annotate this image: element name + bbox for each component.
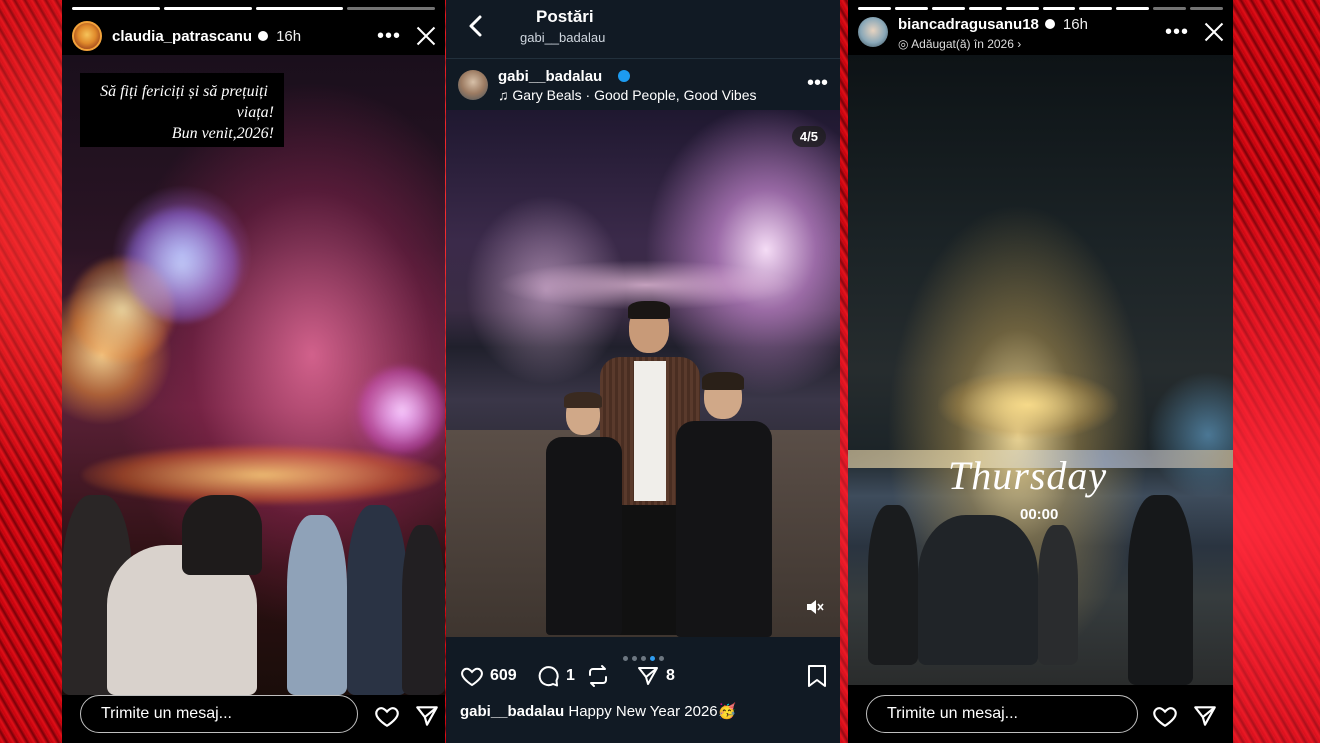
story-left: claudia_patrascanu 16h ••• Să fiți feric… bbox=[62, 0, 445, 743]
send-icon[interactable] bbox=[1192, 703, 1218, 729]
carousel-dot-active bbox=[649, 656, 655, 661]
carousel-dot bbox=[631, 656, 637, 661]
fireworks-photo bbox=[62, 55, 445, 695]
avatar[interactable] bbox=[72, 21, 102, 51]
reply-input[interactable]: Trimite un mesaj... bbox=[866, 695, 1138, 733]
carousel-dot bbox=[622, 656, 628, 661]
story-right: biancadragusanu18 16h ••• ◎ Adăugat(ă) î… bbox=[848, 0, 1233, 743]
heart-icon[interactable] bbox=[374, 703, 400, 729]
reply-input[interactable]: Trimite un mesaj... bbox=[80, 695, 358, 733]
verified-badge-icon bbox=[1044, 19, 1055, 29]
boy-figure bbox=[676, 372, 772, 637]
close-icon[interactable] bbox=[415, 25, 437, 47]
post-top-bar: Postări gabi__badalau bbox=[446, 0, 840, 59]
caption-username[interactable]: gabi__badalau bbox=[460, 703, 564, 720]
carousel-dot bbox=[658, 656, 664, 661]
carousel-counter: 4/5 bbox=[791, 126, 826, 147]
person-silhouette bbox=[287, 515, 347, 695]
page-subtitle: gabi__badalau bbox=[520, 30, 606, 45]
close-icon[interactable] bbox=[1203, 21, 1225, 43]
caption-line: Să fiți fericiți și să prețuiți bbox=[100, 83, 268, 100]
day-sticker: Thursday bbox=[948, 453, 1108, 498]
progress-segment bbox=[858, 7, 891, 10]
progress-segment bbox=[1190, 7, 1224, 10]
instagram-post: Postări gabi__badalau gabi__badalau ♫ Ga… bbox=[446, 0, 840, 743]
like-count: 609 bbox=[490, 667, 517, 684]
share-count: 8 bbox=[666, 667, 675, 684]
carousel-dot bbox=[640, 656, 646, 661]
avatar[interactable] bbox=[858, 17, 888, 47]
story-header: claudia_patrascanu 16h ••• bbox=[72, 18, 437, 54]
chevron-left-icon[interactable] bbox=[466, 14, 486, 38]
progress-segment bbox=[1079, 7, 1113, 10]
verified-badge-icon bbox=[618, 70, 630, 82]
send-icon bbox=[638, 667, 658, 685]
progress-segment bbox=[1116, 7, 1150, 10]
heart-icon[interactable] bbox=[1152, 703, 1178, 729]
more-horizontal-icon[interactable]: ••• bbox=[807, 72, 828, 95]
story-time: 16h bbox=[1062, 15, 1088, 33]
person-silhouette bbox=[868, 505, 918, 665]
post-photo[interactable] bbox=[446, 110, 840, 637]
progress-segment bbox=[72, 7, 160, 10]
story-username[interactable]: claudia_patrascanu bbox=[112, 28, 252, 45]
person-silhouette bbox=[918, 515, 1038, 665]
more-horizontal-icon[interactable]: ••• bbox=[377, 26, 401, 46]
post-author-row: gabi__badalau ♫ Gary Beals · Good People… bbox=[458, 66, 828, 106]
music-track: Gary Beals · Good People, Good Vibes bbox=[512, 87, 757, 103]
progress-segment bbox=[968, 7, 1002, 10]
story-username[interactable]: biancadragusanu18 bbox=[898, 16, 1039, 33]
caption-text: Happy New Year 2026🥳 bbox=[568, 703, 737, 720]
added-label-text: Adăugat(ă) în 2026 bbox=[911, 37, 1014, 51]
heart-icon bbox=[461, 667, 483, 687]
person-silhouette bbox=[1128, 495, 1193, 685]
repost-icon bbox=[589, 665, 607, 687]
avatar[interactable] bbox=[458, 70, 488, 100]
firework-burst bbox=[357, 365, 445, 455]
mute-icon[interactable] bbox=[806, 600, 824, 614]
bookmark-icon[interactable] bbox=[806, 664, 828, 688]
boy-figure bbox=[546, 392, 622, 635]
page-title: Postări bbox=[536, 7, 594, 26]
time-sticker: 00:00 bbox=[1020, 506, 1059, 523]
progress-segment bbox=[1042, 7, 1076, 10]
post-actions: 609 1 8 bbox=[460, 664, 828, 692]
night-beach-photo bbox=[848, 55, 1233, 685]
progress-segment bbox=[1005, 7, 1039, 10]
firework-burst bbox=[122, 205, 242, 325]
send-icon[interactable] bbox=[414, 703, 440, 729]
post-caption: gabi__badalau Happy New Year 2026🥳 bbox=[460, 701, 826, 722]
verified-badge-icon bbox=[258, 31, 269, 41]
progress-segment bbox=[1153, 7, 1187, 10]
music-label[interactable]: ♫ Gary Beals · Good People, Good Vibes bbox=[498, 87, 757, 103]
repost-button[interactable] bbox=[586, 664, 616, 688]
added-to-2026-label[interactable]: ◎ Adăugat(ă) în 2026 › bbox=[898, 37, 1021, 51]
story-text-sticker: Să fiți fericiți și să prețuiți viața! B… bbox=[80, 73, 284, 147]
crowd-silhouette bbox=[402, 525, 445, 695]
story-progress bbox=[858, 7, 1224, 10]
progress-segment bbox=[347, 7, 435, 10]
story-progress bbox=[72, 7, 435, 10]
water-fire-glow bbox=[82, 445, 442, 505]
firework-burst bbox=[938, 370, 1118, 440]
like-button[interactable]: 609 bbox=[460, 664, 517, 688]
post-author[interactable]: gabi__badalau bbox=[498, 68, 602, 85]
comment-icon bbox=[538, 666, 559, 687]
crowd-silhouette bbox=[182, 495, 262, 575]
comment-button[interactable]: 1 bbox=[536, 664, 575, 688]
caption-line: Bun venit,2026! bbox=[171, 125, 274, 142]
share-button[interactable]: 8 bbox=[636, 664, 675, 688]
progress-segment bbox=[163, 7, 252, 10]
story-time: 16h bbox=[276, 27, 302, 45]
person-silhouette bbox=[1038, 525, 1078, 665]
more-horizontal-icon[interactable]: ••• bbox=[1165, 22, 1189, 42]
progress-segment bbox=[931, 7, 965, 10]
comment-count: 1 bbox=[566, 667, 575, 684]
person-silhouette bbox=[347, 505, 407, 695]
caption-line: viața! bbox=[236, 104, 274, 121]
progress-segment bbox=[255, 7, 344, 10]
progress-segment bbox=[894, 7, 928, 10]
